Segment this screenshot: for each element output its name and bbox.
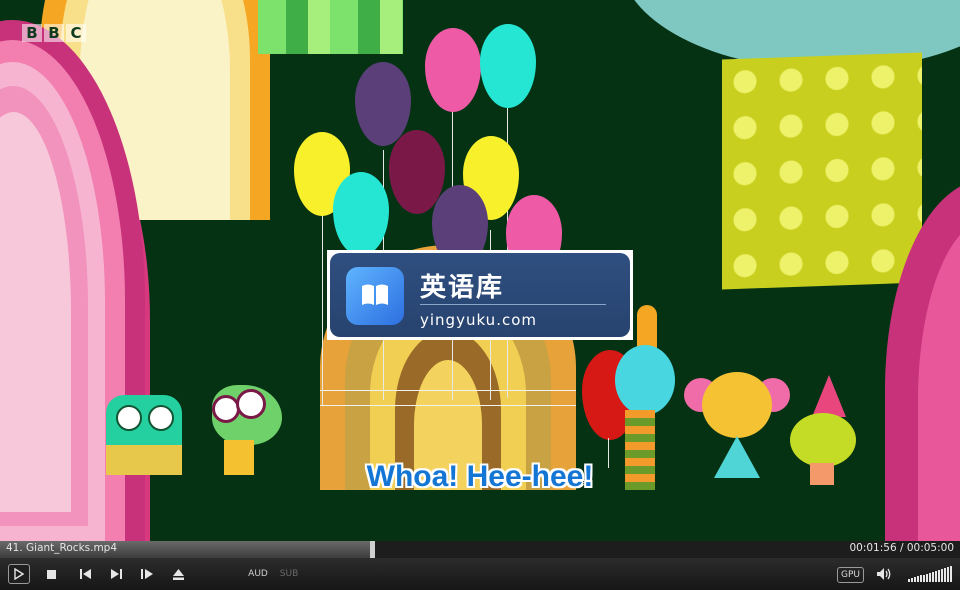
mute-button[interactable] bbox=[875, 564, 893, 584]
volume-level-bar bbox=[950, 566, 952, 582]
balloon-cyan bbox=[480, 24, 536, 108]
volume-level-bar bbox=[935, 570, 937, 582]
rope-band bbox=[320, 390, 576, 406]
watermark-letter: B bbox=[44, 24, 64, 42]
stop-icon bbox=[46, 569, 56, 579]
play-icon bbox=[14, 568, 24, 580]
green-stripe-panel bbox=[258, 0, 403, 54]
volume-level-bar bbox=[908, 579, 910, 582]
skip-next-icon bbox=[110, 569, 122, 579]
volume-slider[interactable] bbox=[908, 566, 952, 582]
next-button[interactable] bbox=[109, 564, 123, 584]
frame-step-icon bbox=[141, 569, 153, 579]
logo-divider bbox=[420, 304, 606, 305]
subtitle-track-button[interactable]: SUB bbox=[280, 564, 298, 584]
book-icon bbox=[346, 267, 404, 325]
balloon-pink bbox=[425, 28, 481, 112]
volume-level-bar bbox=[923, 574, 925, 582]
seek-handle[interactable] bbox=[370, 541, 375, 558]
stop-button[interactable] bbox=[44, 564, 58, 584]
volume-level-bar bbox=[929, 572, 931, 582]
logo-title: 英语库 bbox=[420, 273, 505, 303]
volume-level-bar bbox=[944, 568, 946, 582]
volume-level-bar bbox=[917, 576, 919, 582]
volume-level-bar bbox=[926, 573, 928, 582]
audio-track-button[interactable]: AUD bbox=[248, 564, 268, 584]
volume-level-bar bbox=[911, 578, 913, 582]
polka-dot-block bbox=[722, 52, 922, 290]
volume-level-bar bbox=[938, 570, 940, 582]
time-display: 00:01:56 / 00:05:00 bbox=[849, 542, 954, 554]
logo-panel: 英语库 yingyuku.com bbox=[330, 253, 630, 337]
watermark-letter: C bbox=[66, 24, 86, 42]
play-button[interactable] bbox=[8, 564, 30, 584]
control-bar: AUD SUB GPU bbox=[0, 558, 960, 590]
volume-level-bar bbox=[920, 575, 922, 582]
frame-step-button[interactable] bbox=[140, 564, 154, 584]
file-name: 41. Giant_Rocks.mp4 bbox=[6, 542, 118, 554]
balloon-string bbox=[322, 215, 323, 405]
volume-level-bar bbox=[914, 577, 916, 582]
video-frame[interactable]: B B C 英语库 yingyuku.com Whoa! Hee-hee! bbox=[0, 0, 960, 541]
watermark-letter: B bbox=[22, 24, 42, 42]
speaker-icon bbox=[877, 568, 891, 580]
volume-level-bar bbox=[947, 567, 949, 582]
broadcaster-watermark: B B C bbox=[22, 24, 86, 42]
subtitle-text: Whoa! Hee-hee! bbox=[366, 460, 594, 493]
volume-level-bar bbox=[941, 569, 943, 582]
balloon-purple bbox=[355, 62, 411, 146]
seek-bar[interactable]: 41. Giant_Rocks.mp4 00:01:56 / 00:05:00 bbox=[0, 541, 960, 558]
skip-previous-icon bbox=[79, 569, 91, 579]
volume-level-bar bbox=[932, 571, 934, 582]
eject-button[interactable] bbox=[171, 564, 185, 584]
site-logo-overlay: 英语库 yingyuku.com bbox=[327, 250, 633, 340]
logo-domain: yingyuku.com bbox=[420, 311, 537, 329]
balloon-cyan-2 bbox=[333, 172, 389, 256]
gpu-toggle-button[interactable]: GPU bbox=[837, 567, 864, 583]
previous-button[interactable] bbox=[78, 564, 92, 584]
eject-icon bbox=[172, 568, 184, 580]
